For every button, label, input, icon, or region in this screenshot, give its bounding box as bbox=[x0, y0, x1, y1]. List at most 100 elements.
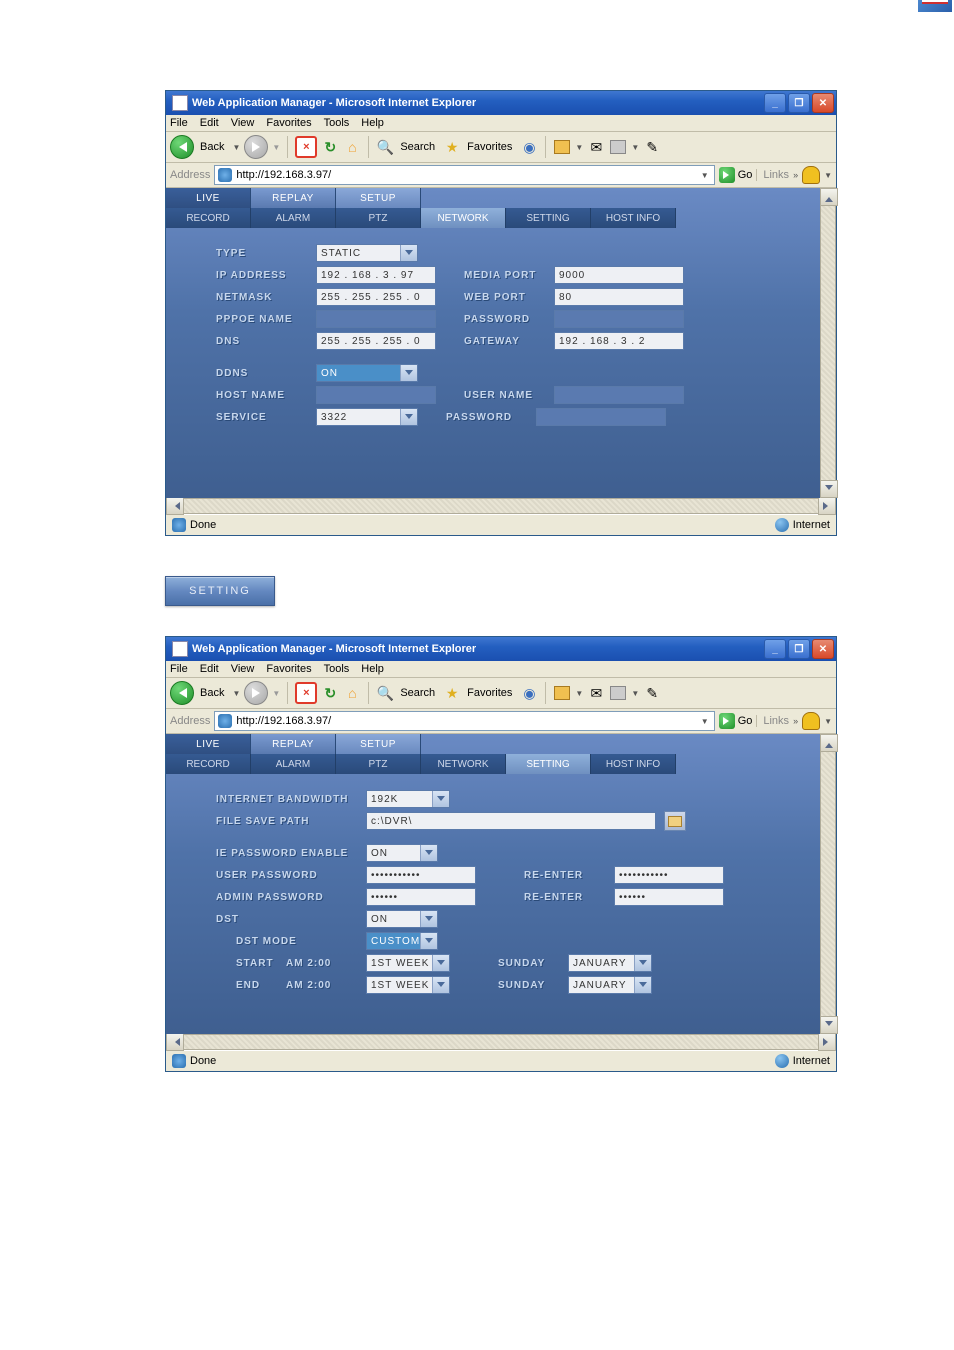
input-userpw[interactable]: ••••••••••• bbox=[366, 866, 476, 884]
menu-tools[interactable]: Tools bbox=[324, 117, 350, 129]
search-icon[interactable]: 🔍 bbox=[376, 684, 394, 702]
favorites-label[interactable]: Favorites bbox=[467, 141, 512, 153]
back-label[interactable]: Back bbox=[200, 141, 224, 153]
scroll-up-icon[interactable] bbox=[820, 734, 838, 752]
horizontal-scrollbar[interactable] bbox=[166, 498, 836, 514]
subtab-ptz[interactable]: PTZ bbox=[336, 208, 421, 228]
select-ddns[interactable]: ON bbox=[316, 364, 418, 382]
tab-live[interactable]: LIVE bbox=[166, 734, 251, 754]
select-dstmode[interactable]: CUSTOM bbox=[366, 932, 438, 950]
address-input[interactable]: http://192.168.3.97/ ▼ bbox=[214, 165, 714, 185]
links-label[interactable]: Links bbox=[756, 715, 789, 727]
menu-file[interactable]: File bbox=[170, 663, 188, 675]
stop-icon[interactable]: × bbox=[295, 682, 317, 704]
input-hostname[interactable] bbox=[316, 386, 436, 404]
subtab-setting[interactable]: SETTING bbox=[506, 754, 591, 774]
subtab-setting[interactable]: SETTING bbox=[506, 208, 591, 228]
history-icon[interactable] bbox=[553, 684, 571, 702]
search-icon[interactable]: 🔍 bbox=[376, 138, 394, 156]
favorites-icon[interactable]: ★ bbox=[443, 138, 461, 156]
forward-icon[interactable] bbox=[244, 135, 268, 159]
select-start-month[interactable]: JANUARY bbox=[568, 954, 652, 972]
norton-icon[interactable] bbox=[802, 166, 820, 184]
menu-help[interactable]: Help bbox=[361, 663, 384, 675]
home-icon[interactable]: ⌂ bbox=[343, 684, 361, 702]
refresh-icon[interactable]: ↻ bbox=[321, 684, 339, 702]
tab-setup[interactable]: SETUP bbox=[336, 188, 421, 208]
input-password[interactable] bbox=[554, 310, 684, 328]
subtab-hostinfo[interactable]: HOST INFO bbox=[591, 754, 676, 774]
menu-favorites[interactable]: Favorites bbox=[266, 117, 311, 129]
print-icon[interactable] bbox=[609, 684, 627, 702]
input-username[interactable] bbox=[554, 386, 684, 404]
input-netmask[interactable]: 255 . 255 . 255 . 0 bbox=[316, 288, 436, 306]
stop-icon[interactable]: × bbox=[295, 136, 317, 158]
maximize-button[interactable]: ❐ bbox=[788, 93, 810, 113]
scroll-right-icon[interactable] bbox=[818, 1033, 836, 1051]
subtab-alarm[interactable]: ALARM bbox=[251, 754, 336, 774]
vertical-scrollbar[interactable] bbox=[820, 734, 836, 1034]
tab-live[interactable]: LIVE bbox=[166, 188, 251, 208]
input-ip[interactable]: 192 . 168 . 3 . 97 bbox=[316, 266, 436, 284]
maximize-button[interactable]: ❐ bbox=[788, 639, 810, 659]
scroll-down-icon[interactable] bbox=[820, 480, 838, 498]
go-button[interactable]: Go bbox=[719, 713, 753, 729]
edit-icon[interactable]: ✎ bbox=[643, 138, 661, 156]
scroll-down-icon[interactable] bbox=[820, 1016, 838, 1034]
select-start-week[interactable]: 1ST WEEK bbox=[366, 954, 450, 972]
menu-edit[interactable]: Edit bbox=[200, 117, 219, 129]
input-mediaport[interactable]: 9000 bbox=[554, 266, 684, 284]
input-dns[interactable]: 255 . 255 . 255 . 0 bbox=[316, 332, 436, 350]
input-password2[interactable] bbox=[536, 408, 666, 426]
favorites-icon[interactable]: ★ bbox=[443, 684, 461, 702]
select-service[interactable]: 3322 bbox=[316, 408, 418, 426]
subtab-record[interactable]: RECORD bbox=[166, 208, 251, 228]
input-gateway[interactable]: 192 . 168 . 3 . 2 bbox=[554, 332, 684, 350]
home-icon[interactable]: ⌂ bbox=[343, 138, 361, 156]
menu-view[interactable]: View bbox=[231, 663, 255, 675]
subtab-hostinfo[interactable]: HOST INFO bbox=[591, 208, 676, 228]
menu-favorites[interactable]: Favorites bbox=[266, 663, 311, 675]
go-button[interactable]: Go bbox=[719, 167, 753, 183]
subtab-alarm[interactable]: ALARM bbox=[251, 208, 336, 228]
print-icon[interactable] bbox=[609, 138, 627, 156]
back-icon[interactable] bbox=[170, 681, 194, 705]
subtab-ptz[interactable]: PTZ bbox=[336, 754, 421, 774]
select-end-month[interactable]: JANUARY bbox=[568, 976, 652, 994]
menu-help[interactable]: Help bbox=[361, 117, 384, 129]
mail-icon[interactable]: ✉ bbox=[587, 684, 605, 702]
media-icon[interactable]: ◉ bbox=[520, 684, 538, 702]
norton-icon[interactable] bbox=[802, 712, 820, 730]
media-icon[interactable]: ◉ bbox=[520, 138, 538, 156]
subtab-record[interactable]: RECORD bbox=[166, 754, 251, 774]
links-label[interactable]: Links bbox=[756, 169, 789, 181]
back-label[interactable]: Back bbox=[200, 687, 224, 699]
refresh-icon[interactable]: ↻ bbox=[321, 138, 339, 156]
edit-icon[interactable]: ✎ bbox=[643, 684, 661, 702]
browse-folder-button[interactable] bbox=[664, 811, 686, 831]
vertical-scrollbar[interactable] bbox=[820, 188, 836, 498]
mail-icon[interactable]: ✉ bbox=[587, 138, 605, 156]
address-input[interactable]: http://192.168.3.97/ ▼ bbox=[214, 711, 714, 731]
scroll-right-icon[interactable] bbox=[818, 497, 836, 515]
close-button[interactable]: ✕ bbox=[812, 93, 834, 113]
close-button[interactable]: ✕ bbox=[812, 639, 834, 659]
select-dst[interactable]: ON bbox=[366, 910, 438, 928]
menu-tools[interactable]: Tools bbox=[324, 663, 350, 675]
input-webport[interactable]: 80 bbox=[554, 288, 684, 306]
forward-icon[interactable] bbox=[244, 681, 268, 705]
tab-replay[interactable]: REPLAY bbox=[251, 188, 336, 208]
select-bandwidth[interactable]: 192K bbox=[366, 790, 450, 808]
favorites-label[interactable]: Favorites bbox=[467, 687, 512, 699]
input-filesavepath[interactable]: c:\DVR\ bbox=[366, 812, 656, 830]
tab-replay[interactable]: REPLAY bbox=[251, 734, 336, 754]
back-icon[interactable] bbox=[170, 135, 194, 159]
select-type[interactable]: STATIC bbox=[316, 244, 418, 262]
menu-file[interactable]: File bbox=[170, 117, 188, 129]
input-reenter1[interactable]: ••••••••••• bbox=[614, 866, 724, 884]
scroll-up-icon[interactable] bbox=[820, 188, 838, 206]
minimize-button[interactable]: _ bbox=[764, 93, 786, 113]
search-label[interactable]: Search bbox=[400, 687, 435, 699]
history-icon[interactable] bbox=[553, 138, 571, 156]
input-reenter2[interactable]: •••••• bbox=[614, 888, 724, 906]
